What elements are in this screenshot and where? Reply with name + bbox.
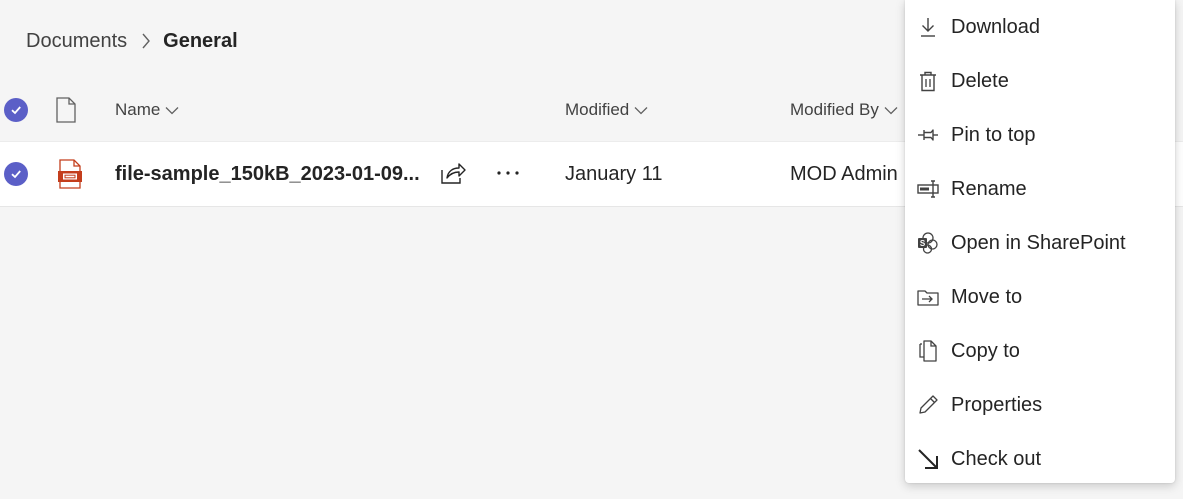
- menu-item-label: Download: [951, 15, 1040, 38]
- delete-icon: [917, 70, 939, 92]
- pin-icon: [917, 124, 939, 146]
- download-icon: [917, 16, 939, 38]
- modified-by-column-label: Modified By: [790, 100, 879, 119]
- menu-item-label: Check out: [951, 447, 1042, 470]
- file-name-link[interactable]: file-sample_150kB_2023-01-09...: [115, 161, 420, 187]
- context-menu: Download Delete Pin to top Rename S Open…: [905, 0, 1175, 483]
- menu-item-properties[interactable]: Properties: [905, 378, 1175, 432]
- more-options-icon[interactable]: [496, 170, 520, 176]
- file-type-column-icon[interactable]: [55, 97, 77, 123]
- menu-item-download[interactable]: Download: [905, 0, 1175, 54]
- menu-item-check-out[interactable]: Check out: [905, 432, 1175, 486]
- svg-text:S: S: [920, 239, 926, 248]
- modified-column-header[interactable]: Modified: [565, 98, 648, 122]
- menu-item-open-in-sharepoint[interactable]: S Open in SharePoint: [905, 216, 1175, 270]
- menu-item-label: Pin to top: [951, 123, 1036, 146]
- sharepoint-icon: S: [917, 232, 939, 254]
- chevron-down-icon: [634, 106, 648, 115]
- share-icon[interactable]: [440, 161, 466, 185]
- menu-item-move-to[interactable]: Move to: [905, 270, 1175, 324]
- menu-item-label: Open in SharePoint: [951, 231, 1126, 254]
- menu-item-label: Properties: [951, 393, 1043, 416]
- move-to-icon: [917, 286, 939, 308]
- modified-by-column-header[interactable]: Modified By: [790, 98, 898, 122]
- properties-icon: [917, 394, 939, 416]
- menu-item-label: Rename: [951, 177, 1027, 200]
- breadcrumb: Documents General: [26, 28, 238, 54]
- menu-item-label: Move to: [951, 285, 1023, 308]
- modified-column-label: Modified: [565, 100, 630, 119]
- row-checkbox[interactable]: [4, 162, 28, 186]
- checkmark-icon: [11, 106, 21, 115]
- chevron-down-icon: [884, 106, 898, 115]
- modified-by: MOD Admin: [790, 162, 898, 185]
- breadcrumb-documents[interactable]: Documents: [26, 30, 127, 53]
- check-out-icon: [917, 448, 939, 470]
- checkmark-icon: [11, 170, 21, 179]
- rename-icon: [917, 178, 939, 200]
- menu-item-label: Copy to: [951, 339, 1020, 362]
- select-all-checkbox[interactable]: [4, 98, 28, 122]
- menu-item-rename[interactable]: Rename: [905, 162, 1175, 216]
- menu-item-copy-to[interactable]: Copy to: [905, 324, 1175, 378]
- menu-item-pin-to-top[interactable]: Pin to top: [905, 108, 1175, 162]
- name-column-header[interactable]: Name: [115, 98, 179, 122]
- menu-item-delete[interactable]: Delete: [905, 54, 1175, 108]
- chevron-down-icon: [165, 106, 179, 115]
- menu-item-label: Delete: [951, 69, 1009, 92]
- modified-date: January 11: [565, 162, 663, 185]
- breadcrumb-current: General: [163, 29, 238, 52]
- copy-to-icon: [917, 340, 939, 362]
- name-column-label: Name: [115, 100, 161, 119]
- chevron-right-icon: [141, 33, 151, 49]
- powerpoint-file-icon: [57, 159, 83, 189]
